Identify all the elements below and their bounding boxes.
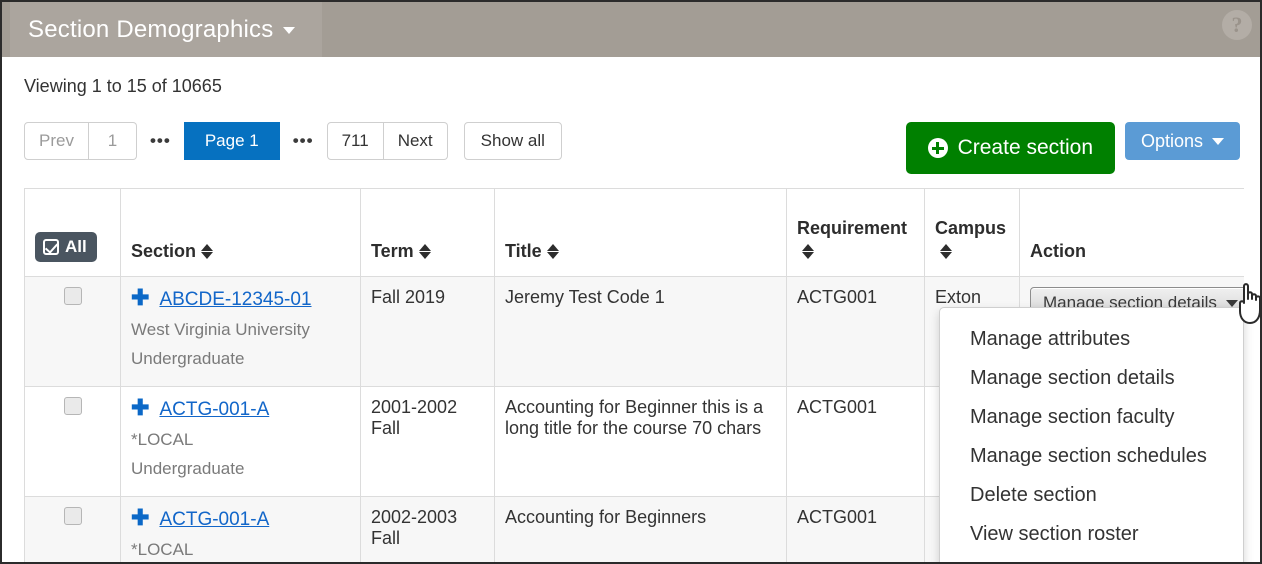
row-section-cell: ✚ ABCDE-12345-01 West Virginia Universit… (121, 277, 361, 387)
row-term-cell: Fall 2019 (361, 277, 495, 387)
section-organization: *LOCAL (131, 430, 350, 450)
row-checkbox[interactable] (64, 397, 82, 415)
menu-item-manage-section-details[interactable]: Manage section details (940, 359, 1243, 398)
table-header: All Section Term Title Requirement (25, 189, 1245, 277)
create-section-label: Create section (958, 136, 1093, 160)
next-page-button[interactable]: Next (384, 122, 448, 160)
column-header-action-label: Action (1030, 241, 1086, 261)
section-link[interactable]: ACTG-001-A (159, 509, 269, 531)
menu-item-view-section-roster[interactable]: View section roster (940, 515, 1243, 554)
sort-icon[interactable] (201, 243, 213, 260)
section-organization: *LOCAL (131, 540, 350, 560)
section-level: Undergraduate (131, 459, 350, 479)
row-select-cell (25, 497, 121, 564)
row-checkbox[interactable] (64, 287, 82, 305)
column-header-requirement-label: Requirement (797, 218, 907, 238)
checkbox-check-icon (43, 239, 59, 255)
help-circle-icon[interactable]: ? (1222, 10, 1252, 40)
menu-item-manage-section-schedules[interactable]: Manage section schedules (940, 437, 1243, 476)
row-title-cell: Accounting for Beginner this is a long t… (495, 387, 787, 497)
pagination-ellipsis-right: ••• (280, 122, 327, 160)
row-section-cell: ✚ ACTG-001-A *LOCAL Undergraduate (121, 387, 361, 497)
column-header-requirement[interactable]: Requirement (787, 189, 925, 277)
column-header-term-label: Term (371, 241, 414, 261)
chevron-down-icon (283, 27, 295, 34)
column-header-campus-label: Campus (935, 218, 1006, 238)
expand-plus-icon[interactable]: ✚ (131, 507, 149, 529)
row-checkbox[interactable] (64, 507, 82, 525)
pagination-right-group: 711 Next (327, 122, 448, 160)
row-section-cell: ✚ ACTG-001-A *LOCAL Undergraduate (121, 497, 361, 564)
row-term-cell: 2001-2002 Fall (361, 387, 495, 497)
select-all-label: All (65, 237, 87, 257)
section-actions-dropdown-menu: Manage attributes Manage section details… (939, 307, 1244, 564)
column-header-section[interactable]: Section (121, 189, 361, 277)
row-title-cell: Accounting for Beginners (495, 497, 787, 564)
first-page-button[interactable]: 1 (89, 122, 137, 160)
current-page-button[interactable]: Page 1 (184, 122, 280, 160)
expand-plus-icon[interactable]: ✚ (131, 287, 149, 309)
section-level: Undergraduate (131, 349, 350, 369)
chevron-down-icon (1226, 300, 1238, 307)
menu-item-delete-section[interactable]: Delete section (940, 476, 1243, 515)
row-term-cell: 2002-2003 Fall (361, 497, 495, 564)
show-all-button[interactable]: Show all (464, 122, 562, 160)
row-requirement-cell: ACTG001 (787, 497, 925, 564)
options-button[interactable]: Options (1125, 122, 1240, 160)
section-link[interactable]: ACTG-001-A (159, 399, 269, 421)
sort-icon[interactable] (419, 243, 431, 260)
row-requirement-cell: ACTG001 (787, 387, 925, 497)
pagination-left-group: Prev 1 (24, 122, 137, 160)
select-all-button[interactable]: All (35, 232, 97, 262)
column-header-title[interactable]: Title (495, 189, 787, 277)
section-link[interactable]: ABCDE-12345-01 (159, 289, 311, 311)
column-header-select: All (25, 189, 121, 277)
help-icon-label: ? (1232, 12, 1243, 38)
application-window: Section Demographics ? Viewing 1 to 15 o… (0, 0, 1262, 564)
plus-circle-icon (928, 138, 948, 158)
expand-plus-icon[interactable]: ✚ (131, 397, 149, 419)
column-header-section-label: Section (131, 241, 196, 261)
pagination-ellipsis-left: ••• (137, 122, 184, 160)
row-title-cell: Jeremy Test Code 1 (495, 277, 787, 387)
last-page-button[interactable]: 711 (327, 122, 384, 160)
sort-icon[interactable] (547, 243, 559, 260)
column-header-action: Action (1020, 189, 1245, 277)
page-title-tab[interactable]: Section Demographics (10, 2, 322, 57)
page-title: Section Demographics (28, 16, 273, 44)
menu-item-manage-section-faculty[interactable]: Manage section faculty (940, 398, 1243, 437)
section-organization: West Virginia University (131, 320, 350, 340)
menu-item-manage-attributes[interactable]: Manage attributes (940, 320, 1243, 359)
pagination: Prev 1 ••• Page 1 ••• 711 Next Show all (24, 122, 562, 160)
create-section-button[interactable]: Create section (906, 122, 1115, 174)
column-header-campus[interactable]: Campus (925, 189, 1020, 277)
options-label: Options (1141, 131, 1203, 152)
column-header-title-label: Title (505, 241, 542, 261)
chevron-down-icon (1212, 138, 1224, 145)
viewing-summary: Viewing 1 to 15 of 10665 (24, 76, 222, 97)
table-header-row: All Section Term Title Requirement (25, 189, 1245, 277)
title-bar: Section Demographics ? (2, 2, 1260, 57)
column-header-term[interactable]: Term (361, 189, 495, 277)
row-requirement-cell: ACTG001 (787, 277, 925, 387)
sort-icon[interactable] (940, 243, 952, 260)
row-select-cell (25, 387, 121, 497)
row-select-cell (25, 277, 121, 387)
sort-icon[interactable] (802, 243, 814, 260)
prev-page-button[interactable]: Prev (24, 122, 89, 160)
